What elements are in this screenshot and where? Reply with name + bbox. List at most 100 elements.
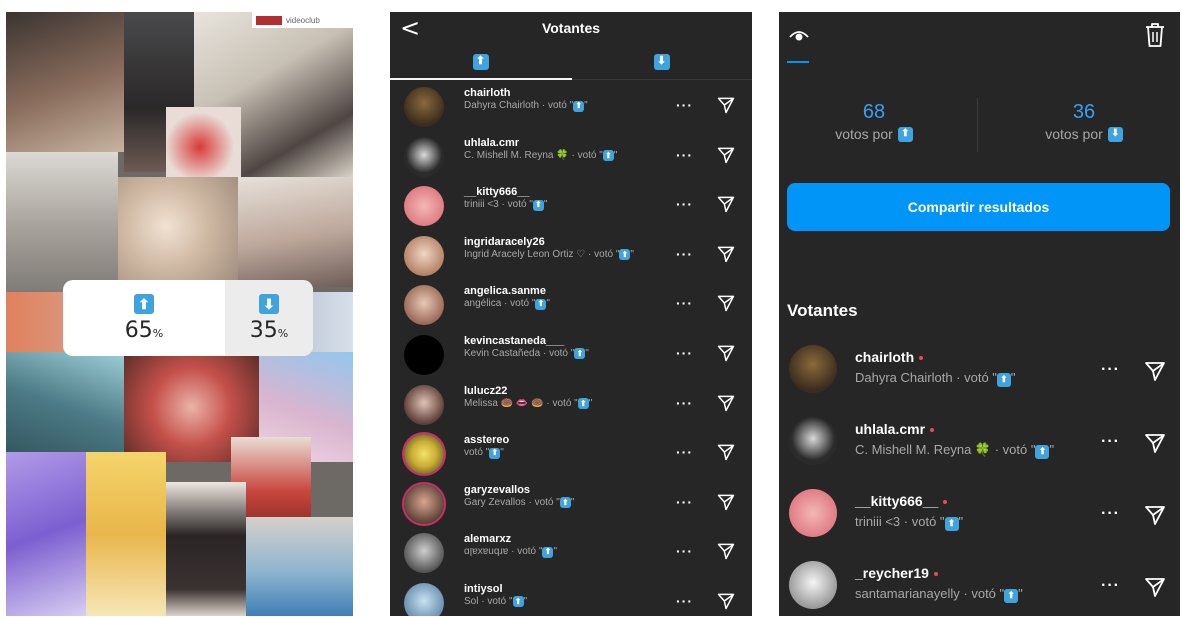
voter-row[interactable]: uhlala.cmr C. Mishell M. Reyna 🍀 · votó "…	[779, 409, 1180, 481]
collage-photo	[166, 107, 241, 187]
send-paper-plane-icon[interactable]	[716, 442, 736, 462]
more-options-icon[interactable]: ···	[1101, 361, 1120, 379]
trash-icon[interactable]	[1144, 22, 1166, 48]
more-options-icon[interactable]: ···	[1101, 505, 1120, 523]
more-options-icon[interactable]: ···	[1101, 577, 1120, 595]
avatar[interactable]	[789, 489, 837, 537]
result-up: 68 votos por ⬆	[779, 100, 969, 142]
voter-row[interactable]: __kitty666__ triniii <3 · votó " ⬆ " ···	[779, 481, 1180, 553]
send-paper-plane-icon[interactable]	[716, 591, 736, 611]
send-paper-plane-icon[interactable]	[716, 293, 736, 313]
voter-full-name: Dahyra Chairloth	[464, 100, 540, 111]
voter-username[interactable]: chairloth	[464, 87, 669, 100]
more-options-icon[interactable]: ···	[1101, 433, 1120, 451]
voter-row[interactable]: asstereo votó " ⬆ " ···	[390, 429, 752, 479]
voted-label: votó	[534, 496, 554, 508]
voter-username[interactable]: ingridaracely26	[464, 236, 669, 249]
voter-row[interactable]: chairloth Dahyra Chairloth · votó " ⬆ " ···	[390, 82, 752, 132]
voter-username[interactable]: alemarxz	[464, 533, 669, 546]
avatar[interactable]	[404, 434, 444, 475]
avatar[interactable]	[404, 533, 444, 574]
avatar[interactable]	[404, 582, 444, 616]
more-options-icon[interactable]: ···	[676, 345, 693, 361]
more-options-icon[interactable]: ···	[676, 147, 693, 163]
voter-row[interactable]: lulucz22 Melissa 🍩 👄 🍩 · votó " ⬆ " ···	[390, 380, 752, 430]
voter-username[interactable]: __kitty666__	[855, 493, 1085, 510]
voter-username[interactable]: intiysol	[464, 583, 669, 596]
down-vote-count: 36	[1072, 101, 1096, 123]
more-options-icon[interactable]: ···	[676, 543, 693, 559]
voter-row[interactable]: intiysol Sol · votó " ⬆ " ···	[390, 578, 752, 616]
voter-username[interactable]: asstereo	[464, 434, 669, 447]
avatar[interactable]	[404, 87, 444, 127]
voter-username[interactable]: kevincastaneda___	[464, 335, 669, 348]
voter-username[interactable]: lulucz22	[464, 385, 669, 398]
avatar[interactable]	[404, 235, 444, 276]
avatar[interactable]	[404, 186, 444, 227]
send-paper-plane-icon[interactable]	[716, 393, 736, 413]
more-options-icon[interactable]: ···	[676, 444, 693, 460]
more-options-icon[interactable]: ···	[676, 97, 693, 113]
voted-label: votó	[911, 514, 937, 529]
voter-username[interactable]: angelica.sanme	[464, 285, 669, 298]
send-paper-plane-icon[interactable]	[716, 244, 736, 264]
eye-icon[interactable]	[789, 28, 809, 42]
voters-list: chairloth Dahyra Chairloth · votó " ⬆ " ··· u…	[390, 82, 752, 616]
more-options-icon[interactable]: ···	[676, 395, 693, 411]
avatar[interactable]	[789, 417, 837, 465]
send-paper-plane-icon[interactable]	[1143, 575, 1167, 599]
voter-row[interactable]: __kitty666__ triniii <3 · votó " ⬆ " ···	[390, 181, 752, 231]
voter-row[interactable]: uhlala.cmr C. Mishell M. Reyna 🍀 · votó "…	[390, 132, 752, 182]
send-paper-plane-icon[interactable]	[1143, 359, 1167, 383]
more-options-icon[interactable]: ···	[676, 246, 693, 262]
poll-option-down[interactable]: ⬇ 35%	[225, 280, 313, 356]
voter-subtitle: santamarianayelly · votó " ⬆ "	[855, 586, 1023, 603]
avatar[interactable]	[404, 384, 444, 425]
voter-info: garyzevallos Gary Zevallos · votó " ⬆ "	[464, 484, 669, 509]
voter-row[interactable]: kevincastaneda___ Kevin Castañeda · votó …	[390, 330, 752, 380]
send-paper-plane-icon[interactable]	[1143, 503, 1167, 527]
avatar[interactable]	[789, 561, 837, 609]
more-options-icon[interactable]: ···	[676, 295, 693, 311]
avatar[interactable]	[404, 285, 444, 326]
voter-row[interactable]: alemarxz ɑןɐxɐuqɹɐ · votó " ⬆ " ···	[390, 528, 752, 578]
voter-username[interactable]: chairloth	[855, 349, 1085, 366]
send-paper-plane-icon[interactable]	[716, 343, 736, 363]
voter-info: asstereo votó " ⬆ "	[464, 434, 669, 459]
avatar[interactable]	[404, 483, 444, 524]
avatar[interactable]	[404, 136, 444, 177]
story-panel: videoclub ⬆ 65% ⬇ 35%	[6, 12, 353, 616]
voter-username[interactable]: uhlala.cmr	[855, 421, 1085, 438]
send-paper-plane-icon[interactable]	[716, 194, 736, 214]
voter-username[interactable]: uhlala.cmr	[464, 137, 669, 150]
back-chevron-icon[interactable]: <	[400, 14, 420, 42]
voted-label: votó	[547, 100, 567, 111]
voter-row[interactable]: _reycher19 santamarianayelly · votó " ⬆ " ··…	[779, 553, 1180, 616]
more-options-icon[interactable]: ···	[676, 196, 693, 212]
tab-up[interactable]: ⬆	[390, 44, 571, 79]
send-paper-plane-icon[interactable]	[716, 145, 736, 165]
collage-photo	[6, 152, 118, 292]
voter-username[interactable]: __kitty666__	[464, 186, 669, 199]
voter-row[interactable]: chairloth Dahyra Chairloth · votó " ⬆ " ···	[779, 337, 1180, 409]
voter-row[interactable]: ingridaracely26 Ingrid Aracely Leon Ortiz…	[390, 231, 752, 281]
voter-username[interactable]: _reycher19	[855, 565, 1085, 582]
voter-row[interactable]: garyzevallos Gary Zevallos · votó " ⬆ " ···	[390, 479, 752, 529]
send-paper-plane-icon[interactable]	[1143, 431, 1167, 455]
voter-username[interactable]: garyzevallos	[464, 484, 669, 497]
voter-row[interactable]: angelica.sanme angélica · votó " ⬆ " ···	[390, 280, 752, 330]
poll-option-up[interactable]: ⬆ 65%	[63, 280, 225, 356]
send-paper-plane-icon[interactable]	[716, 95, 736, 115]
more-options-icon[interactable]: ···	[676, 494, 693, 510]
voted-label: votó	[517, 546, 537, 558]
avatar[interactable]	[404, 334, 444, 375]
more-options-icon[interactable]: ···	[676, 593, 693, 609]
send-paper-plane-icon[interactable]	[716, 541, 736, 561]
share-results-button[interactable]: Compartir resultados	[787, 183, 1170, 231]
collage-photo	[6, 352, 124, 462]
vote-tabs: ⬆ ⬇	[390, 44, 752, 80]
poll-sticker[interactable]: ⬆ 65% ⬇ 35%	[63, 280, 313, 356]
avatar[interactable]	[789, 345, 837, 393]
tab-down[interactable]: ⬇	[571, 44, 752, 79]
send-paper-plane-icon[interactable]	[716, 492, 736, 512]
